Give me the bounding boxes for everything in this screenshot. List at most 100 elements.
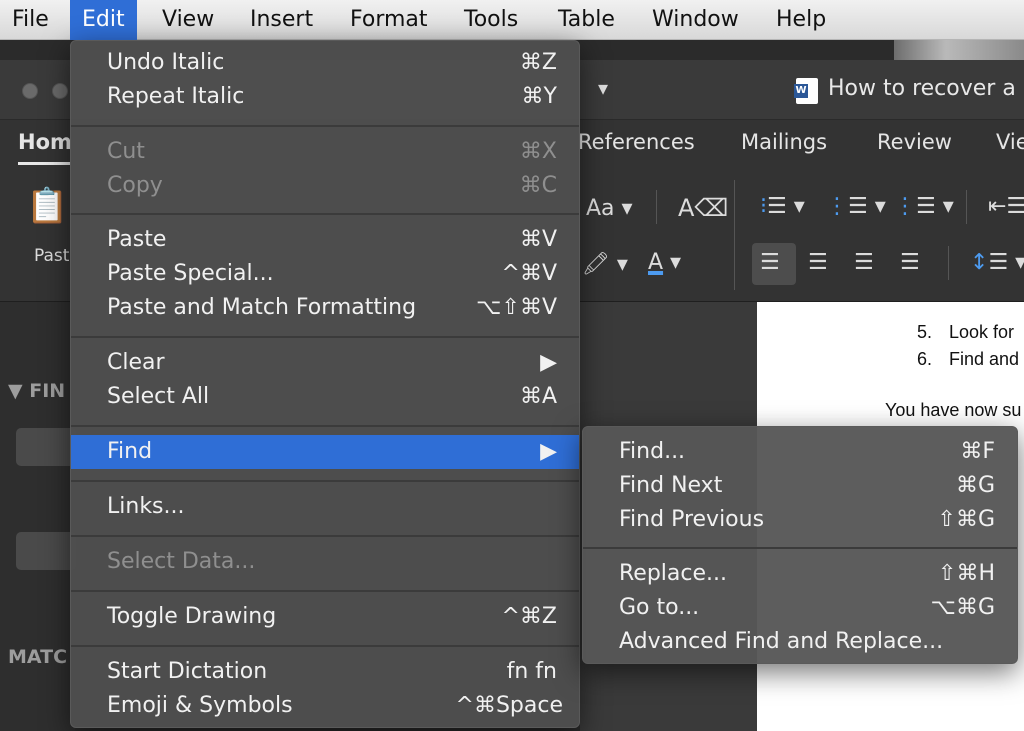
menu-item-label: Undo Italic [107, 50, 225, 75]
active-tab-indicator [18, 162, 70, 165]
menu-separator [71, 125, 579, 127]
menu-item-label: Repeat Italic [107, 84, 245, 109]
list-text: Look for [949, 322, 1015, 342]
menu-item-label: Toggle Drawing [107, 604, 277, 629]
menu-item-cut: Cut ⌘X [71, 135, 579, 169]
menu-separator [71, 590, 579, 592]
menu-item-advanced-find-replace[interactable]: Advanced Find and Replace... [583, 625, 1017, 659]
align-center-icon[interactable]: ☰ [808, 250, 828, 275]
menu-item-start-dictation[interactable]: Start Dictation fn fn [71, 655, 579, 689]
menu-insert[interactable]: Insert [238, 0, 325, 40]
menu-window[interactable]: Window [640, 0, 751, 40]
menu-item-toggle-drawing[interactable]: Toggle Drawing ^⌘Z [71, 600, 579, 634]
align-right-icon[interactable]: ☰ [854, 250, 874, 275]
tab-home[interactable]: Hom [18, 130, 72, 154]
menu-item-label: Copy [107, 173, 163, 198]
edit-menu: Undo Italic ⌘Z Repeat Italic ⌘Y Cut ⌘X C… [70, 40, 580, 728]
menu-item-label: Paste [107, 227, 167, 252]
menu-format[interactable]: Format [338, 0, 440, 40]
menu-item-find-next[interactable]: Find Next ⌘G [583, 469, 1017, 503]
ribbon-separator [656, 190, 657, 224]
menu-separator [71, 645, 579, 647]
font-color-icon[interactable]: A ▾ [648, 250, 681, 275]
tab-references[interactable]: References [578, 130, 695, 154]
decrease-indent-icon[interactable]: ⇤☰ [988, 194, 1024, 219]
submenu-arrow-icon: ▶ [540, 439, 557, 464]
menu-item-select-all[interactable]: Select All ⌘A [71, 380, 579, 414]
menu-item-shortcut: ^⌘Z [501, 604, 557, 629]
menu-item-label: Clear [107, 350, 165, 375]
menu-item-go-to[interactable]: Go to... ⌥⌘G [583, 591, 1017, 625]
menu-tools[interactable]: Tools [452, 0, 530, 40]
find-section-label: FIN [29, 380, 66, 402]
menu-item-paste[interactable]: Paste ⌘V [71, 223, 579, 257]
document-title: How to recover a l [828, 76, 1024, 101]
ribbon-separator [966, 190, 967, 224]
minimize-window-button[interactable] [52, 83, 68, 99]
menu-item-paste-match-formatting[interactable]: Paste and Match Formatting ⌥⇧⌘V [71, 291, 579, 325]
find-section-header[interactable]: ▼ FIN [8, 380, 65, 402]
highlight-icon[interactable]: 🖍 ▾ [582, 252, 628, 277]
menu-item-shortcut: ^⌘Space [455, 693, 563, 718]
paste-button-label[interactable]: Past [34, 246, 69, 266]
menu-separator [583, 547, 1017, 549]
menu-item-label: Emoji & Symbols [107, 693, 293, 718]
menu-bar: File Edit View Insert Format Tools Table… [0, 0, 1024, 40]
menu-item-shortcut: ^⌘V [501, 261, 557, 286]
menu-item-repeat-italic[interactable]: Repeat Italic ⌘Y [71, 80, 579, 114]
line-spacing-icon[interactable]: ↕☰ ▾ [970, 250, 1024, 275]
clear-formatting-icon[interactable]: A⌫ [678, 194, 728, 222]
replace-input[interactable] [16, 532, 76, 570]
menu-file[interactable]: File [0, 0, 61, 40]
list-number: 5. [917, 322, 933, 342]
menu-item-shortcut: ⌥⇧⌘V [476, 295, 557, 320]
match-section-header: MATC [8, 646, 68, 668]
ribbon-separator [948, 246, 949, 280]
menu-item-clear[interactable]: Clear ▶ [71, 346, 579, 380]
menu-item-undo-italic[interactable]: Undo Italic ⌘Z [71, 46, 579, 80]
menu-item-shortcut: ⌘V [519, 227, 557, 252]
menu-item-find[interactable]: Find ▶ [71, 435, 579, 469]
desktop-wallpaper [894, 40, 1024, 60]
menu-item-label: Select All [107, 384, 210, 409]
tab-view[interactable]: Vie [996, 130, 1024, 154]
menu-item-find-dialog[interactable]: Find... ⌘F [583, 435, 1017, 469]
menu-edit[interactable]: Edit [70, 0, 137, 40]
align-left-icon[interactable]: ☰ [760, 250, 780, 275]
menu-item-label: Find Previous [619, 507, 765, 532]
close-window-button[interactable] [22, 83, 38, 99]
menu-item-copy: Copy ⌘C [71, 169, 579, 203]
menu-help[interactable]: Help [764, 0, 838, 40]
multilevel-list-icon[interactable]: ⋮☰ ▾ [894, 194, 954, 219]
clipboard-icon[interactable]: 📋 [26, 186, 68, 226]
menu-item-shortcut: ⌘C [519, 173, 557, 198]
paragraph-text: You have now su [885, 400, 1022, 420]
menu-item-emoji-symbols[interactable]: Emoji & Symbols ^⌘Space [71, 689, 579, 723]
menu-item-label: Find [107, 439, 153, 464]
numbering-icon[interactable]: ⋮☰ ▾ [826, 194, 886, 219]
menu-item-paste-special[interactable]: Paste Special... ^⌘V [71, 257, 579, 291]
menu-item-find-previous[interactable]: Find Previous ⇧⌘G [583, 503, 1017, 537]
justify-icon[interactable]: ☰ [900, 250, 920, 275]
find-input[interactable] [16, 428, 76, 466]
quick-access-chevron-icon[interactable]: ▾ [598, 76, 608, 100]
menu-item-shortcut: ⌘F [960, 439, 995, 464]
list-text: Find and [949, 349, 1020, 369]
menu-view[interactable]: View [150, 0, 226, 40]
menu-item-shortcut: ⇧⌘H [938, 561, 995, 586]
tab-review[interactable]: Review [877, 130, 952, 154]
menu-separator [71, 213, 579, 215]
menu-item-shortcut: ⌘Y [521, 84, 557, 109]
change-case-button[interactable]: Aa ▾ [586, 196, 633, 221]
menu-item-shortcut: ⌥⌘G [930, 595, 995, 620]
menu-table[interactable]: Table [546, 0, 627, 40]
list-number: 6. [917, 349, 933, 369]
menu-item-label: Advanced Find and Replace... [619, 629, 944, 654]
menu-item-label: Links... [107, 494, 185, 519]
menu-item-shortcut: fn fn [506, 659, 557, 684]
menu-item-replace[interactable]: Replace... ⇧⌘H [583, 557, 1017, 591]
bullets-icon[interactable]: ⁝☰ ▾ [760, 194, 805, 219]
menu-item-links[interactable]: Links... [71, 490, 579, 524]
menu-item-label: Select Data... [107, 549, 256, 574]
tab-mailings[interactable]: Mailings [741, 130, 827, 154]
